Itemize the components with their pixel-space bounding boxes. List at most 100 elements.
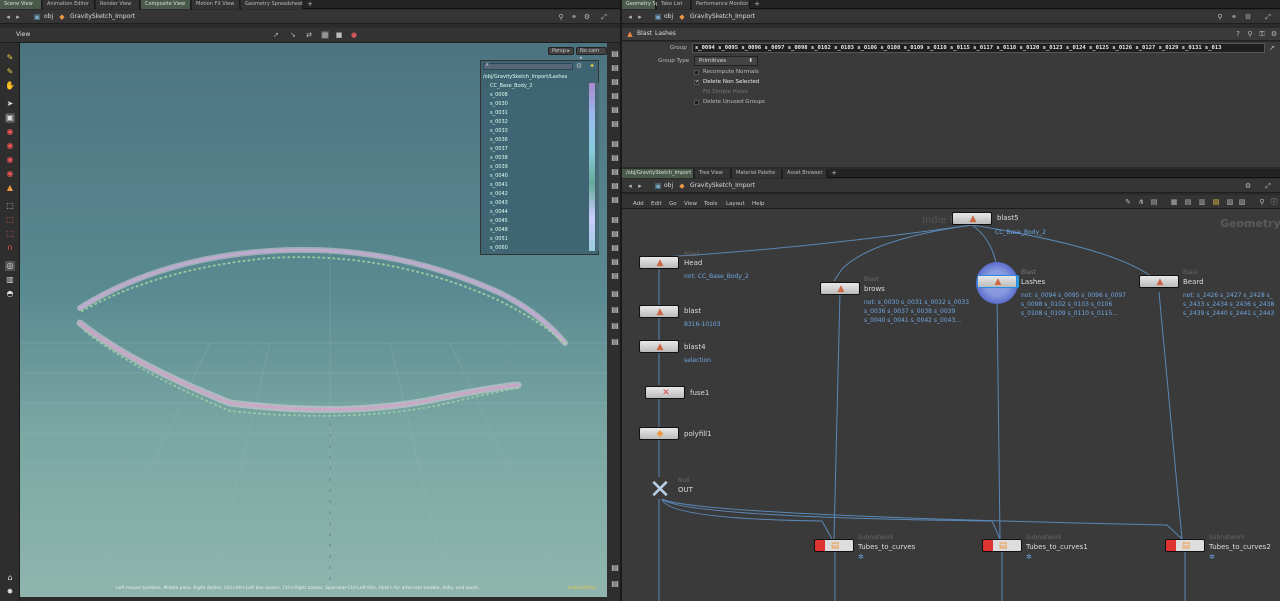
wrench-icon[interactable]: ✎	[1124, 198, 1132, 206]
persp-button[interactable]: Persp ▸	[548, 47, 574, 55]
tab-tree-view[interactable]: Tree View	[695, 169, 731, 178]
handle-icon[interactable]: ◉	[5, 169, 15, 179]
maximize-icon[interactable]: ⤢	[1264, 182, 1272, 190]
display-icon[interactable]: ▤	[610, 563, 620, 573]
tab-material-palette[interactable]: Material Palette	[732, 169, 782, 178]
camera-icon[interactable]: ◎	[5, 261, 15, 271]
delete-unused-groups-checkbox[interactable]	[694, 100, 699, 105]
param-node-name[interactable]: Lashes	[655, 30, 676, 37]
lasso-icon[interactable]: ⬚	[5, 215, 15, 225]
list-item[interactable]: s_0030	[490, 101, 508, 107]
menu-view[interactable]: View	[684, 201, 697, 207]
pivot-icon[interactable]: ◉	[5, 155, 15, 165]
list-item[interactable]: s_0042	[490, 191, 508, 197]
layout-icon[interactable]: ▥	[1198, 198, 1206, 206]
settings-gear-icon[interactable]: ⚙	[1244, 13, 1252, 21]
shade-icon[interactable]: ■	[335, 31, 343, 39]
add-tab-icon[interactable]: +	[306, 0, 314, 8]
list-icon[interactable]: ▤	[1184, 198, 1192, 206]
record-icon[interactable]: ●	[350, 31, 358, 39]
tab-render-view[interactable]: Render View	[96, 0, 140, 9]
display-icon[interactable]: ▤	[610, 119, 620, 129]
path-node[interactable]: GravitySketch_Import	[690, 13, 755, 20]
forward-arrow-icon[interactable]: ▸	[636, 182, 644, 190]
settings-gear-icon[interactable]: ⚙	[1244, 182, 1252, 190]
display-icon[interactable]: ▤	[610, 215, 620, 225]
menu-tools[interactable]: Tools	[704, 201, 718, 207]
list-item[interactable]: s_0031	[490, 110, 508, 116]
display-icon[interactable]: ▤	[610, 91, 620, 101]
tab-motion-fx-view[interactable]: Motion FX View	[192, 0, 240, 9]
list-item[interactable]: s_0038	[490, 155, 508, 161]
help-icon[interactable]: ?	[1234, 30, 1242, 38]
info-icon[interactable]: ⓘ	[1270, 198, 1278, 206]
magnet-icon[interactable]: ◉	[5, 127, 15, 137]
display-icon[interactable]: ▤	[610, 257, 620, 267]
node-brows[interactable]: ▲	[820, 282, 860, 295]
pose-tool-icon[interactable]: ✋	[5, 81, 15, 91]
display-icon[interactable]: ▤	[610, 579, 620, 589]
node-polyfill1[interactable]: ◆	[639, 427, 679, 440]
node-blast[interactable]: ▲	[639, 305, 679, 318]
tab-network[interactable]: /obj/GravitySketch_Import	[622, 169, 694, 178]
home-icon[interactable]: ⌂	[5, 573, 15, 583]
network-editor[interactable]: Indie Edition Geometry ▲ blast5 CC_Base_…	[622, 209, 1280, 601]
node-blast5[interactable]: ▲	[952, 212, 992, 225]
display-icon[interactable]: ▤	[610, 229, 620, 239]
delete-non-selected-checkbox[interactable]: ✓	[694, 80, 699, 85]
arrow-tool-icon[interactable]: ➤	[5, 99, 15, 109]
path-obj[interactable]: obj	[664, 182, 673, 189]
frame-icon[interactable]: ▧	[1238, 198, 1246, 206]
add-tab-icon[interactable]: +	[753, 0, 761, 8]
tab-geometry-spreadsheet[interactable]: Geometry Spreadsheet	[622, 0, 684, 9]
list-item[interactable]: s_0041	[490, 182, 508, 188]
link-icon[interactable]: ⚭	[570, 13, 578, 21]
list-item[interactable]: s_0040	[490, 173, 508, 179]
shapes-icon[interactable]: ▲	[5, 183, 15, 193]
display-icon[interactable]: ▤	[610, 243, 620, 253]
display-icon[interactable]: ▤	[610, 289, 620, 299]
list-item[interactable]: s_0036	[490, 137, 508, 143]
menu-layout[interactable]: Layout	[726, 201, 745, 207]
tab-animation-editor[interactable]: Animation Editor	[43, 0, 95, 9]
lock-icon[interactable]: ▣	[5, 113, 15, 123]
tab-composite-view[interactable]: Composite View	[141, 0, 191, 9]
display-icon[interactable]: ▤	[610, 195, 620, 205]
list-item[interactable]: s_0037	[490, 146, 508, 152]
tab-geometry-spreadsheet[interactable]: Geometry Spreadsheet	[241, 0, 303, 9]
list-item[interactable]: s_0045	[490, 218, 508, 224]
paint-select-icon[interactable]: ⬚	[5, 229, 15, 239]
group-select-arrow-icon[interactable]: ➚	[1268, 44, 1276, 52]
back-arrow-icon[interactable]: ◂	[626, 182, 634, 190]
tab-asset-browser[interactable]: Asset Browser	[783, 169, 827, 178]
node-tubes-to-curves2[interactable]: ▤	[1165, 539, 1205, 552]
display-icon[interactable]: ▤	[610, 337, 620, 347]
tab-scene-view[interactable]: Scene View	[0, 0, 42, 9]
light-icon[interactable]: ✸	[5, 587, 15, 597]
display-icon[interactable]: ▤	[610, 321, 620, 331]
ground-icon[interactable]: ◓	[5, 289, 15, 299]
wireframe-icon[interactable]: ▦	[321, 31, 329, 39]
menu-go[interactable]: Go	[669, 201, 677, 207]
snap-icon[interactable]: ◉	[5, 141, 15, 151]
group-type-select[interactable]: Primitives ⬍	[694, 56, 758, 66]
list-item[interactable]: s_0044	[490, 209, 508, 215]
display-icon[interactable]: ▤	[610, 153, 620, 163]
camera-button[interactable]: No cam ▸	[576, 47, 607, 61]
list-item[interactable]: s_0008	[490, 92, 508, 98]
gear-icon[interactable]: ⚙	[1270, 30, 1278, 38]
list-item[interactable]: s_0051	[490, 236, 508, 242]
display-icon[interactable]: ▤	[610, 139, 620, 149]
menu-help[interactable]: Help	[752, 201, 765, 207]
list-item[interactable]: s_0060	[490, 245, 508, 251]
pin-icon[interactable]: ⚲	[557, 13, 565, 21]
null-node-icon[interactable]: ✕	[646, 477, 674, 503]
maximize-icon[interactable]: ⤢	[1264, 13, 1272, 21]
path-node[interactable]: GravitySketch_Import	[70, 13, 135, 20]
select-tool-icon[interactable]: ✎	[5, 53, 15, 63]
select-arrow-icon[interactable]: ➚	[272, 31, 280, 39]
tab-take-list[interactable]: Take List	[657, 0, 691, 9]
note-icon[interactable]: ▤	[1150, 198, 1158, 206]
menu-add[interactable]: Add	[633, 201, 644, 207]
pin-icon[interactable]: ⚲	[1216, 13, 1224, 21]
